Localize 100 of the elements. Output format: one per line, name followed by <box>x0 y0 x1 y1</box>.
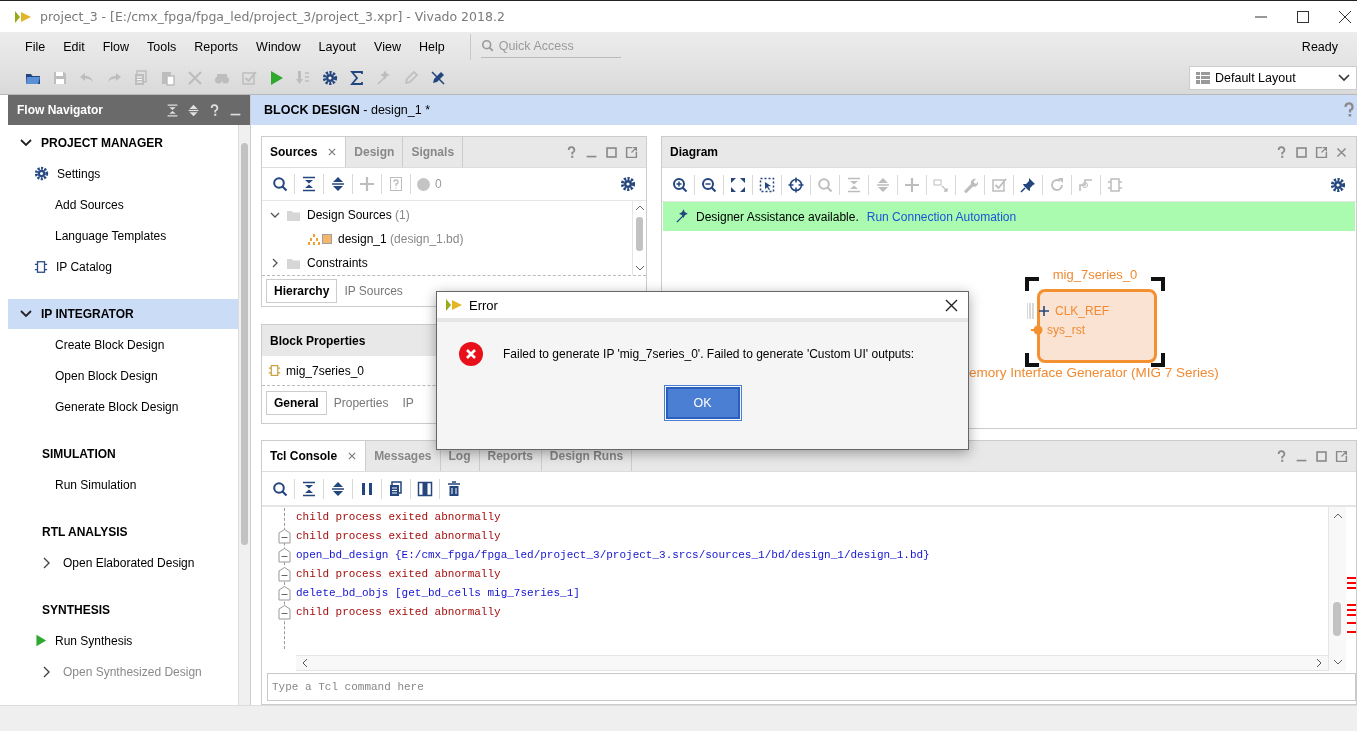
tree-item[interactable]: design_1 (design_1.bd) <box>338 232 464 246</box>
scrollbar[interactable] <box>238 125 250 705</box>
scroll-up-icon[interactable] <box>634 205 645 211</box>
pause-icon[interactable] <box>359 480 375 497</box>
nav-item[interactable]: Generate Block Design <box>55 399 179 414</box>
scroll-left-icon[interactable] <box>302 658 308 668</box>
nav-item[interactable]: Run Simulation <box>55 477 137 492</box>
status-dot-icon <box>417 177 430 191</box>
float-window-icon[interactable] <box>1315 145 1328 159</box>
sigma-icon[interactable] <box>349 70 365 86</box>
section-header[interactable]: IP INTEGRATOR <box>8 299 238 329</box>
expand-all-icon[interactable] <box>330 480 346 497</box>
layout-dropdown[interactable]: Default Layout <box>1189 66 1357 90</box>
play-icon[interactable] <box>268 70 284 86</box>
fold-marker-icon[interactable] <box>278 567 291 582</box>
nav-item[interactable]: Run Synthesis <box>55 633 133 648</box>
tcl-command-field[interactable]: Type a Tcl command here <box>267 673 1356 701</box>
menu-item[interactable]: File <box>16 40 55 54</box>
nav-item[interactable]: Open Block Design <box>55 368 158 383</box>
section-header[interactable]: PROJECT MANAGER <box>8 128 238 158</box>
scrollbar-thumb[interactable] <box>636 217 643 251</box>
scrollbar-thumb[interactable] <box>241 143 248 545</box>
console-line: child process exited abnormally <box>296 605 502 620</box>
search-icon[interactable] <box>272 176 288 192</box>
ok-button[interactable]: OK <box>665 387 740 419</box>
error-icon <box>459 342 483 366</box>
scroll-down-icon[interactable] <box>634 265 645 271</box>
help-icon[interactable] <box>1341 102 1357 118</box>
help-icon[interactable] <box>208 103 221 117</box>
menu-item[interactable]: Window <box>247 40 310 54</box>
menu-item[interactable]: Edit <box>54 40 94 54</box>
maximize-icon[interactable] <box>1297 10 1309 23</box>
view-tab[interactable]: IP <box>395 392 421 414</box>
scrollbar-thumb[interactable] <box>1333 602 1341 636</box>
menu-item[interactable]: Tools <box>138 40 186 54</box>
help-icon[interactable] <box>1275 449 1288 463</box>
collapse-all-icon[interactable] <box>301 480 317 497</box>
play-icon <box>34 634 47 647</box>
menu-item[interactable]: Help <box>409 40 454 54</box>
automation-link[interactable]: Run Connection Automation <box>866 209 1017 224</box>
collapse-all-icon[interactable] <box>301 176 317 192</box>
fold-marker-icon[interactable] <box>278 605 291 620</box>
search-icon[interactable] <box>272 480 288 497</box>
nav-item[interactable]: IP Catalog <box>56 259 112 274</box>
float-window-icon[interactable] <box>1335 449 1348 463</box>
zoom-out-icon[interactable] <box>701 176 717 193</box>
expand-all-icon[interactable] <box>330 176 346 192</box>
fit-view-icon[interactable] <box>730 176 746 193</box>
menu-item[interactable]: Flow <box>93 40 139 54</box>
tab-close-icon[interactable] <box>327 147 338 157</box>
zoom-in-icon[interactable] <box>672 176 688 193</box>
help-icon[interactable] <box>1275 145 1288 159</box>
scroll-down-icon[interactable] <box>1332 659 1343 665</box>
view-tab[interactable]: General <box>266 391 327 415</box>
settings-icon[interactable] <box>620 176 636 192</box>
menu-item[interactable]: Reports <box>185 40 248 54</box>
settings-icon[interactable] <box>1330 176 1346 193</box>
tree-item[interactable]: Constraints <box>307 256 368 270</box>
pin-icon[interactable] <box>1020 176 1036 193</box>
chevron-down-icon <box>1338 74 1350 82</box>
menu-item[interactable]: View <box>365 40 410 54</box>
panel-tab[interactable]: Sources <box>262 137 347 167</box>
menu-item[interactable]: Layout <box>309 40 366 54</box>
copy-icon[interactable] <box>388 480 404 497</box>
nav-item[interactable]: Settings <box>57 166 101 181</box>
view-tab[interactable]: Properties <box>326 392 396 414</box>
folder-icon <box>286 208 301 222</box>
trash-icon[interactable] <box>446 480 462 497</box>
dialog-title: Error <box>469 297 498 313</box>
view-tab[interactable]: IP Sources <box>337 280 410 302</box>
panel-tab[interactable]: Tcl Console <box>262 441 367 471</box>
section-header[interactable]: SIMULATION <box>8 439 238 469</box>
float-window-icon[interactable] <box>625 145 638 159</box>
select-area-icon[interactable] <box>759 176 775 193</box>
crossed-pen-icon[interactable] <box>430 70 446 86</box>
nav-item[interactable]: Open Elaborated Design <box>63 555 195 570</box>
close-icon[interactable] <box>945 298 958 312</box>
expand-all-icon[interactable] <box>187 103 200 117</box>
section-header[interactable]: RTL ANALYSIS <box>8 517 238 547</box>
columns-icon[interactable] <box>417 480 433 497</box>
nav-item[interactable]: Language Templates <box>55 228 167 243</box>
nav-item[interactable]: Create Block Design <box>55 337 165 352</box>
section-header[interactable]: SYNTHESIS <box>8 595 238 625</box>
fold-marker-icon[interactable] <box>278 586 291 601</box>
tree-item[interactable]: Design Sources (1) <box>307 208 410 222</box>
quick-access-field[interactable]: Quick Access <box>496 36 617 55</box>
scroll-up-icon[interactable] <box>1332 513 1343 519</box>
tab-close-icon[interactable] <box>347 451 358 461</box>
nav-item[interactable]: Add Sources <box>55 197 124 212</box>
error-markers[interactable] <box>1347 577 1356 633</box>
fold-marker-icon[interactable] <box>278 548 291 563</box>
close-icon[interactable] <box>1339 10 1351 23</box>
panel-title: Block Properties <box>270 333 366 348</box>
settings-icon <box>34 166 49 181</box>
settings-icon[interactable] <box>322 70 338 86</box>
help-icon[interactable] <box>565 145 578 159</box>
fold-marker-icon[interactable] <box>278 529 291 544</box>
crosshair-icon[interactable] <box>788 176 804 193</box>
scroll-right-icon[interactable] <box>1316 658 1322 668</box>
view-tab[interactable]: Hierarchy <box>266 279 338 303</box>
